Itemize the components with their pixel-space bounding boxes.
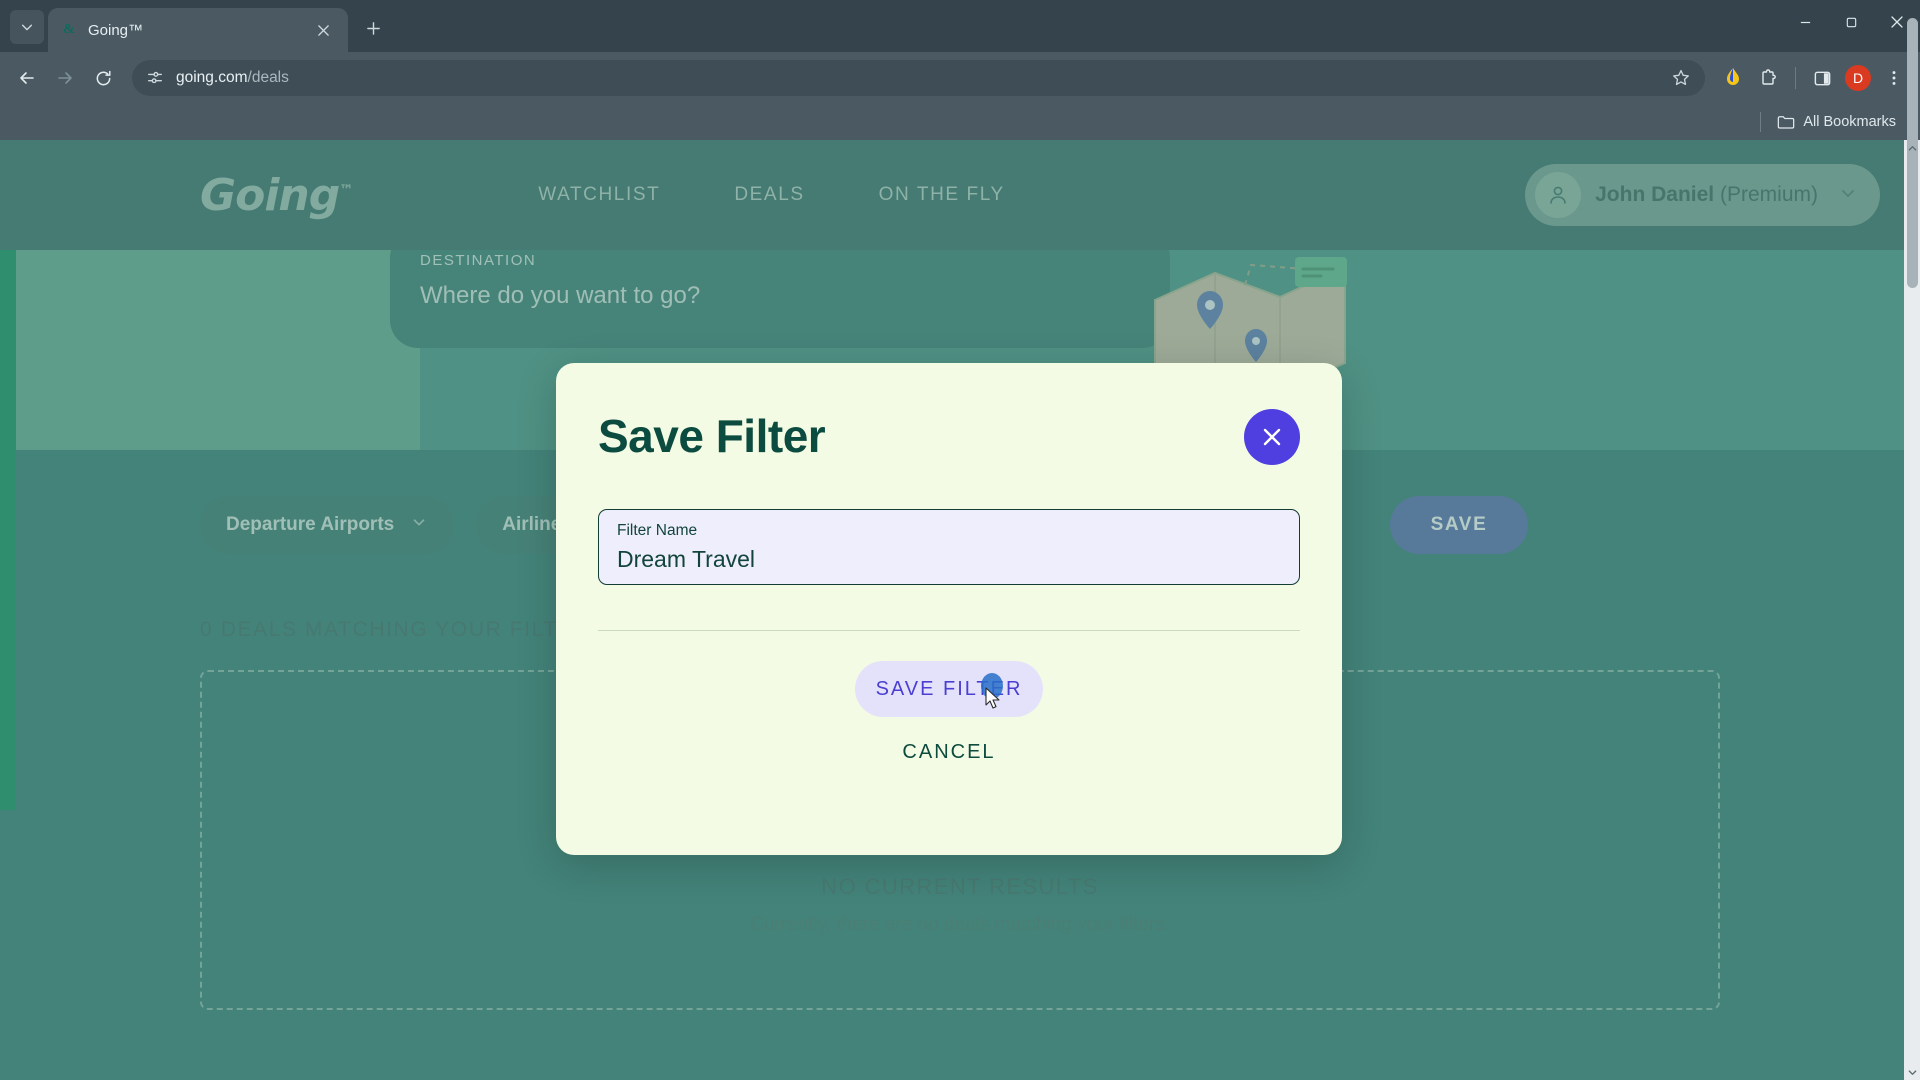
extensions-puzzle-icon[interactable]	[1753, 62, 1785, 94]
modal-actions: SAVE FILTER CANCEL	[598, 661, 1300, 764]
filter-name-label: Filter Name	[617, 522, 698, 539]
window-close-icon	[1891, 16, 1903, 28]
tab-title: Going™	[88, 21, 144, 39]
puzzle-icon	[1762, 69, 1776, 85]
back-button[interactable]	[10, 61, 44, 95]
arrow-left-icon	[20, 72, 34, 84]
pointer-cursor-icon	[985, 687, 1000, 709]
reload-button[interactable]	[86, 61, 120, 95]
url-host: going.com	[176, 69, 248, 86]
panel-icon	[1814, 71, 1830, 85]
modal-header: Save Filter	[598, 409, 1300, 465]
site-settings-icon[interactable]	[146, 69, 164, 87]
address-bar[interactable]: going.com/deals	[132, 60, 1705, 96]
chevron-down-icon	[1908, 1069, 1916, 1075]
close-icon	[1263, 428, 1281, 446]
cancel-button[interactable]: CANCEL	[902, 741, 995, 764]
maximize-button[interactable]	[1828, 0, 1874, 44]
going-favicon-icon: &	[63, 22, 75, 37]
save-filter-modal: Save Filter Filter Name Dream Travel SAV…	[556, 363, 1342, 855]
toolbar-divider	[1795, 67, 1796, 89]
browser-tab[interactable]: & Going™	[48, 8, 348, 52]
scroll-up-button[interactable]	[1904, 140, 1920, 156]
chevron-up-icon	[1908, 145, 1916, 151]
minimize-button[interactable]	[1782, 0, 1828, 44]
more-vertical-icon	[1892, 71, 1896, 85]
modal-close-button[interactable]	[1244, 409, 1300, 465]
all-bookmarks-button[interactable]: All Bookmarks	[1771, 111, 1902, 133]
url-path: /deals	[247, 69, 289, 86]
tab-search-button[interactable]	[10, 10, 44, 44]
page-viewport: Going™ WATCHLIST DEALS ON THE FLY John D…	[0, 140, 1920, 1080]
filter-name-input[interactable]: Filter Name Dream Travel	[598, 509, 1300, 585]
arrow-right-icon	[58, 72, 72, 84]
modal-title: Save Filter	[598, 410, 826, 462]
chevron-down-icon	[21, 24, 33, 31]
tab-strip: & Going™	[0, 0, 1920, 52]
left-accent-bar	[0, 250, 16, 810]
browser-toolbar: going.com/deals D	[0, 52, 1920, 104]
window-controls	[1782, 0, 1920, 44]
plus-icon	[366, 21, 380, 35]
modal-divider	[598, 630, 1300, 631]
extension-flame-icon[interactable]	[1717, 62, 1749, 94]
profile-button[interactable]: D	[1842, 62, 1874, 94]
close-tab-button[interactable]	[310, 17, 336, 43]
avatar: D	[1845, 65, 1871, 91]
filter-name-value: Dream Travel	[617, 546, 756, 572]
minimize-icon	[1800, 21, 1810, 23]
reload-icon	[96, 70, 111, 85]
close-icon	[317, 24, 329, 36]
flame-icon	[1727, 68, 1739, 85]
browser-window: & Going™ going.com/deals D All Bookmarks…	[0, 0, 1920, 1080]
side-panel-icon[interactable]	[1806, 62, 1838, 94]
bookmarks-divider	[1760, 112, 1762, 132]
save-filter-button[interactable]: SAVE FILTER	[855, 661, 1043, 717]
browser-menu-button[interactable]	[1878, 62, 1910, 94]
new-tab-button[interactable]	[358, 13, 388, 43]
scroll-down-button[interactable]	[1904, 1064, 1920, 1080]
star-icon[interactable]	[1671, 68, 1691, 88]
folder-icon	[1778, 116, 1795, 129]
bookmarks-bar: All Bookmarks	[0, 104, 1920, 140]
url-text: going.com/deals	[176, 69, 289, 87]
forward-button[interactable]	[48, 61, 82, 95]
restore-icon	[1846, 17, 1856, 27]
all-bookmarks-label: All Bookmarks	[1803, 114, 1896, 130]
